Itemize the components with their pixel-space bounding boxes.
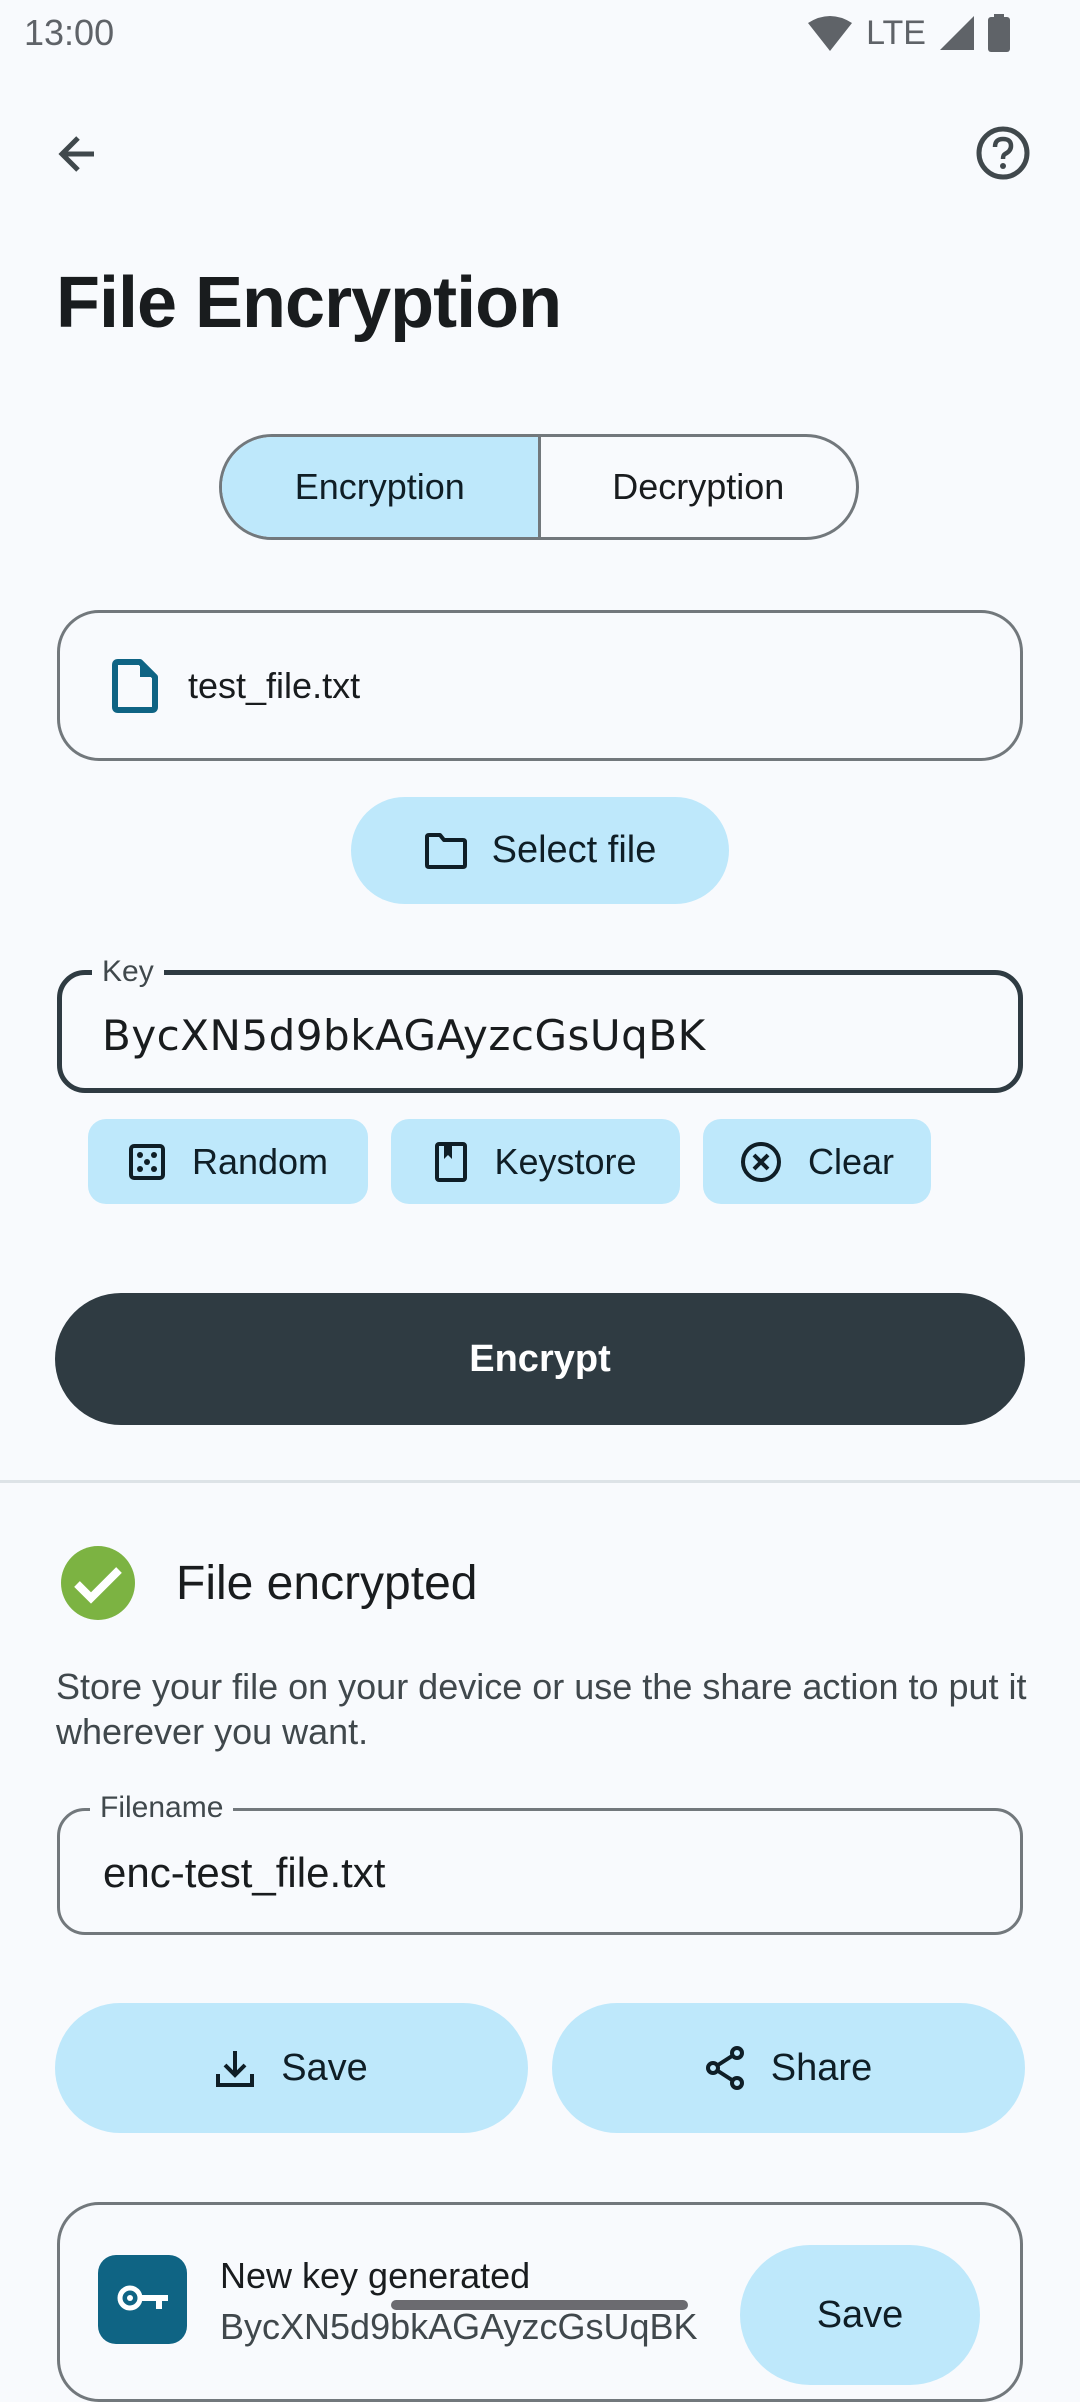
random-key-button[interactable]: Random: [88, 1119, 368, 1204]
selected-file-card[interactable]: test_file.txt: [57, 610, 1023, 761]
save-file-label: Save: [281, 2046, 368, 2089]
random-label: Random: [191, 1140, 329, 1182]
mode-segmented-control: Encryption Decryption: [219, 434, 859, 540]
select-file-button[interactable]: Select file: [351, 797, 729, 904]
result-description: Store your file on your device or use th…: [56, 1666, 1027, 1752]
save-key-button[interactable]: Save: [740, 2245, 980, 2385]
filename-value[interactable]: enc-test_file.txt: [103, 1849, 385, 1897]
network-type: LTE: [866, 13, 926, 52]
key-tile: [98, 2255, 187, 2344]
file-name: test_file.txt: [188, 664, 361, 706]
share-file-label: Share: [770, 2046, 873, 2089]
back-button[interactable]: [42, 118, 114, 190]
filename-field-label: Filename: [90, 1791, 234, 1825]
status-icons: LTE: [808, 12, 1010, 54]
clear-label: Clear: [807, 1140, 895, 1182]
signal-icon: [940, 16, 974, 50]
file-icon: [112, 658, 158, 713]
clear-key-button[interactable]: Clear: [703, 1119, 931, 1204]
keystore-label: Keystore: [494, 1140, 637, 1182]
save-file-button[interactable]: Save: [55, 2003, 528, 2133]
download-icon: [216, 2051, 255, 2087]
share-icon: [705, 2046, 744, 2090]
dice-icon: [128, 1143, 165, 1180]
section-divider: [0, 1480, 1080, 1483]
key-field-label: Key: [92, 955, 164, 989]
cancel-circle-icon: [740, 1141, 781, 1182]
select-file-label: Select file: [491, 829, 657, 871]
key-icon: [117, 2285, 168, 2310]
encrypt-button[interactable]: Encrypt: [55, 1293, 1025, 1425]
key-value[interactable]: BycXN5d9bkAGAyzcGsUqBK: [102, 1011, 706, 1060]
wifi-icon: [808, 16, 853, 51]
check-circle-icon: [61, 1546, 135, 1620]
key-input[interactable]: Key BycXN5d9bkAGAyzcGsUqBK: [57, 955, 1023, 1093]
battery-icon: [988, 14, 1010, 52]
gesture-nav-handle[interactable]: [391, 2300, 688, 2310]
folder-icon: [424, 832, 467, 869]
share-file-button[interactable]: Share: [552, 2003, 1025, 2133]
filename-input[interactable]: Filename enc-test_file.txt: [57, 1791, 1023, 1935]
arrow-back-icon: [58, 136, 94, 172]
help-button[interactable]: [967, 117, 1039, 189]
help-circle-icon: [976, 126, 1030, 180]
page-title: File Encryption: [56, 263, 562, 343]
tab-decryption[interactable]: Decryption: [537, 437, 857, 537]
result-title: File encrypted: [176, 1557, 478, 1610]
keystore-button[interactable]: Keystore: [391, 1119, 680, 1204]
new-key-title: New key generated: [220, 2255, 531, 2296]
tab-encryption[interactable]: Encryption: [222, 437, 538, 537]
status-time: 13:00: [24, 12, 115, 53]
new-key-value: BycXN5d9bkAGAyzcGsUqBK: [220, 2306, 698, 2347]
bookmark-book-icon: [435, 1141, 468, 1182]
